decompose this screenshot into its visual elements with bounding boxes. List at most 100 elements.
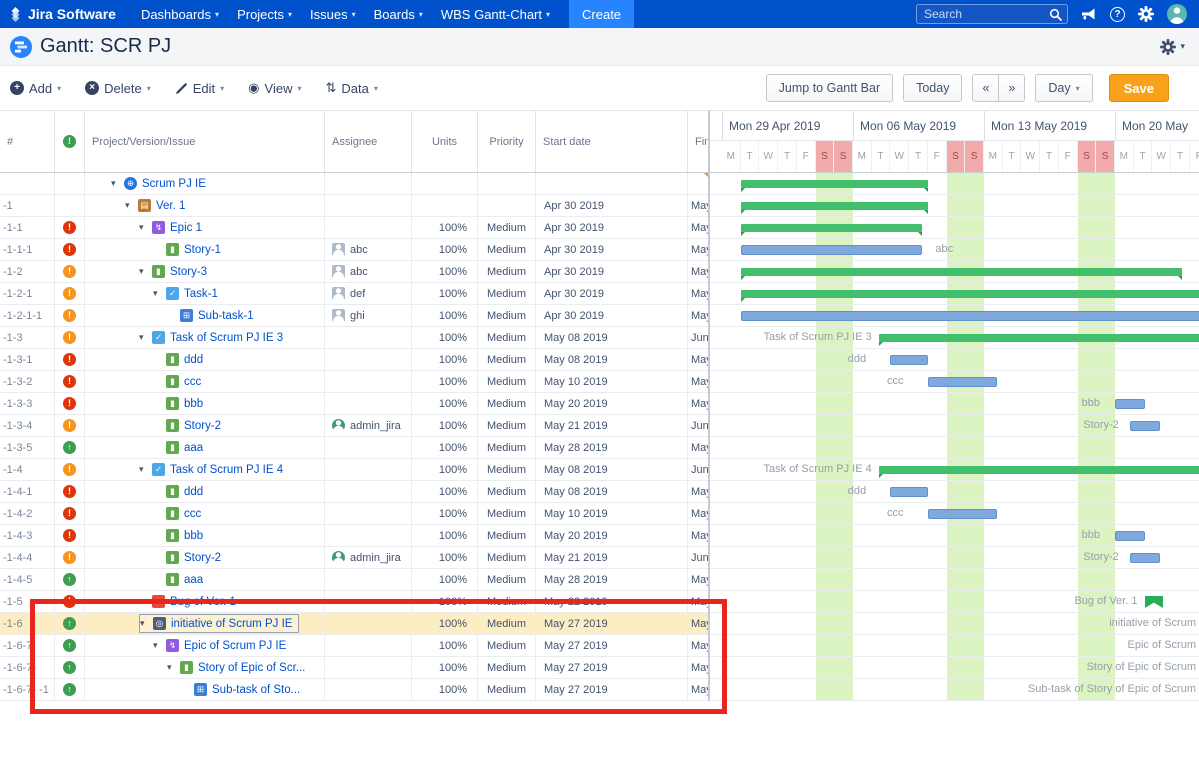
issue-link[interactable]: ddd — [184, 486, 203, 498]
nav-item-wbs-gantt-chart[interactable]: WBS Gantt-Chart ▾ — [441, 7, 550, 22]
gantt-bar-summary[interactable] — [740, 268, 1183, 280]
expander-caret[interactable]: ▾ — [139, 464, 152, 475]
gantt-row[interactable]: Story-2 — [710, 547, 1199, 569]
expander-caret[interactable]: ▾ — [139, 222, 152, 233]
table-row[interactable]: -1-4-5 ↑ ▮ aaa 100% Medium May 28 2019 May — [0, 569, 710, 591]
issue-link[interactable]: Task of Scrum PJ IE 4 — [170, 464, 283, 476]
table-row[interactable]: -1-4-4! ▮ Story-2 admin_jira 100% Medium May 2… — [0, 547, 710, 569]
table-row[interactable]: -1-2-1-1! ⊞ Sub-task-1 ghi 100% Medium Apr 30 … — [0, 305, 710, 327]
gantt-row[interactable] — [710, 261, 1199, 283]
gantt-bar-task[interactable] — [1129, 421, 1160, 431]
issue-link[interactable]: Epic 1 — [170, 222, 202, 234]
scroll-right-button[interactable]: » — [999, 74, 1026, 102]
expander-caret[interactable]: ▾ — [139, 332, 152, 343]
gantt-row[interactable]: ccc — [710, 503, 1199, 525]
gantt-bar-task[interactable] — [890, 487, 928, 497]
settings-menu-button[interactable]: ▾ — [1160, 38, 1185, 55]
gantt-row[interactable]: bbb — [710, 525, 1199, 547]
timescale-button[interactable]: Day ▾ — [1035, 74, 1093, 102]
table-row[interactable]: -1-3-4! ▮ Story-2 admin_jira 100% Medium May 2… — [0, 415, 710, 437]
expander-caret[interactable]: ▾ — [125, 200, 138, 211]
issue-link[interactable]: Epic of Scrum PJ IE — [184, 640, 286, 652]
issue-link[interactable]: aaa — [184, 442, 203, 454]
gantt-row[interactable] — [710, 217, 1199, 239]
issue-link[interactable]: Bug of Ver. 1 — [170, 596, 236, 608]
gantt-bar-summary[interactable] — [879, 466, 1199, 478]
table-row[interactable]: -1-2! ▾ ▮ Story-3 abc 100% Medium Apr 30 2019 Ma… — [0, 261, 710, 283]
expander-caret[interactable]: ▾ — [139, 266, 152, 277]
gantt-bar-summary[interactable] — [740, 290, 1199, 302]
issue-link[interactable]: Task of Scrum PJ IE 3 — [170, 332, 283, 344]
column-header-6[interactable]: Start date — [536, 111, 688, 172]
gantt-bar-summary[interactable] — [740, 224, 923, 236]
expander-caret[interactable]: ▾ — [153, 640, 166, 651]
gantt-row[interactable]: abc — [710, 239, 1199, 261]
gantt-row[interactable] — [710, 569, 1199, 591]
gantt-row[interactable]: Epic of Scrum — [710, 635, 1199, 657]
gantt-bar-task[interactable] — [740, 245, 923, 255]
save-button[interactable]: Save — [1108, 74, 1169, 102]
gantt-row[interactable] — [710, 305, 1199, 327]
table-row[interactable]: -1-4-2! ▮ ccc 100% Medium May 10 2019 May — [0, 503, 710, 525]
search-box[interactable] — [916, 4, 1068, 24]
issue-link[interactable]: Ver. 1 — [156, 200, 185, 212]
table-row[interactable]: -1-3-1! ▮ ddd 100% Medium May 08 2019 May — [0, 349, 710, 371]
issue-link[interactable]: Story-1 — [184, 244, 221, 256]
expander-caret[interactable]: ▾ — [140, 618, 153, 629]
gantt-row[interactable] — [710, 283, 1199, 305]
issue-link[interactable]: Sub-task of Sto... — [212, 684, 300, 696]
table-row[interactable]: -1-6-7 ↑ ▾ ↯ Epic of Scrum PJ IE 100% Medium Ma… — [0, 635, 710, 657]
column-header-7[interactable]: Finis — [688, 111, 710, 172]
table-row[interactable]: -1-3-2! ▮ ccc 100% Medium May 10 2019 May — [0, 371, 710, 393]
table-row[interactable]: -1-3-3! ▮ bbb 100% Medium May 20 2019 May — [0, 393, 710, 415]
issue-link[interactable]: Story-3 — [170, 266, 207, 278]
scroll-left-button[interactable]: « — [972, 74, 1000, 102]
megaphone-icon[interactable] — [1081, 7, 1097, 21]
issue-link[interactable]: Sub-task-1 — [198, 310, 254, 322]
table-row[interactable]: -1-5! ▸ ● Bug of Ver. 1 100% Medium May 22 201… — [0, 591, 710, 613]
table-row[interactable]: -1-6 ↑ ▾ ◎ initiative of Scrum PJ IE 100% Medi… — [0, 613, 710, 635]
gantt-bar-task[interactable] — [1129, 553, 1160, 563]
expander-caret[interactable]: ▾ — [111, 178, 124, 189]
gantt-bar-task[interactable] — [927, 377, 998, 387]
jira-logo[interactable]: Jira Software — [8, 6, 116, 22]
table-row[interactable]: -1-1-1! ▮ Story-1 abc 100% Medium Apr 30 2019 M… — [0, 239, 710, 261]
gantt-row[interactable]: Task of Scrum PJ IE 3 — [710, 327, 1199, 349]
column-header-0[interactable]: # — [0, 111, 55, 172]
issue-link[interactable]: aaa — [184, 574, 203, 586]
gantt-bar-task[interactable] — [1115, 399, 1145, 409]
gantt-row[interactable]: Task of Scrum PJ IE 4 — [710, 459, 1199, 481]
table-row[interactable]: -1-1! ▾ ↯ Epic 1 100% Medium Apr 30 2019 May — [0, 217, 710, 239]
issue-link[interactable]: Task-1 — [184, 288, 218, 300]
user-avatar[interactable] — [1167, 4, 1187, 24]
gantt-row[interactable]: Bug of Ver. 1 — [710, 591, 1199, 613]
table-row[interactable]: -1 ▾ ▤ Ver. 1 Apr 30 2019 May — [0, 195, 710, 217]
gantt-bar-task[interactable] — [1115, 531, 1145, 541]
issue-link[interactable]: ccc — [184, 376, 201, 388]
gantt-row[interactable] — [710, 173, 1199, 195]
expander-caret[interactable]: ▾ — [167, 662, 180, 673]
column-header-5[interactable]: Priority — [478, 111, 536, 172]
gear-icon[interactable] — [1138, 6, 1154, 22]
gantt-bar-summary[interactable] — [879, 334, 1199, 346]
column-header-1[interactable]: ! — [55, 111, 85, 172]
table-row[interactable]: -1-2-1! ▾ ✓ Task-1 def 100% Medium Apr 30 2019 M… — [0, 283, 710, 305]
gantt-row[interactable]: Story-2 — [710, 415, 1199, 437]
gantt-row[interactable] — [710, 437, 1199, 459]
gantt-bar-summary[interactable] — [740, 180, 928, 192]
gantt-bar-task[interactable] — [740, 311, 1199, 321]
help-icon[interactable]: ? — [1110, 6, 1125, 22]
table-row[interactable]: -1-4-1! ▮ ddd 100% Medium May 08 2019 May — [0, 481, 710, 503]
create-button[interactable]: Create — [569, 0, 635, 28]
issue-link[interactable]: Story-2 — [184, 552, 221, 564]
gantt-row[interactable]: Sub-task of Story of Epic of Scrum — [710, 679, 1199, 701]
gantt-row[interactable]: ddd — [710, 481, 1199, 503]
data-button[interactable]: ⇅ Data ▾ — [325, 81, 377, 96]
issue-link[interactable]: ddd — [184, 354, 203, 366]
table-row[interactable]: -1-3-5 ↑ ▮ aaa 100% Medium May 28 2019 May — [0, 437, 710, 459]
expander-caret[interactable]: ▸ — [139, 596, 152, 607]
issue-link[interactable]: Story of Epic of Scr... — [198, 662, 305, 674]
column-header-2[interactable]: Project/Version/Issue — [85, 111, 325, 172]
nav-item-issues[interactable]: Issues ▾ — [310, 7, 356, 22]
today-button[interactable]: Today — [903, 74, 963, 102]
